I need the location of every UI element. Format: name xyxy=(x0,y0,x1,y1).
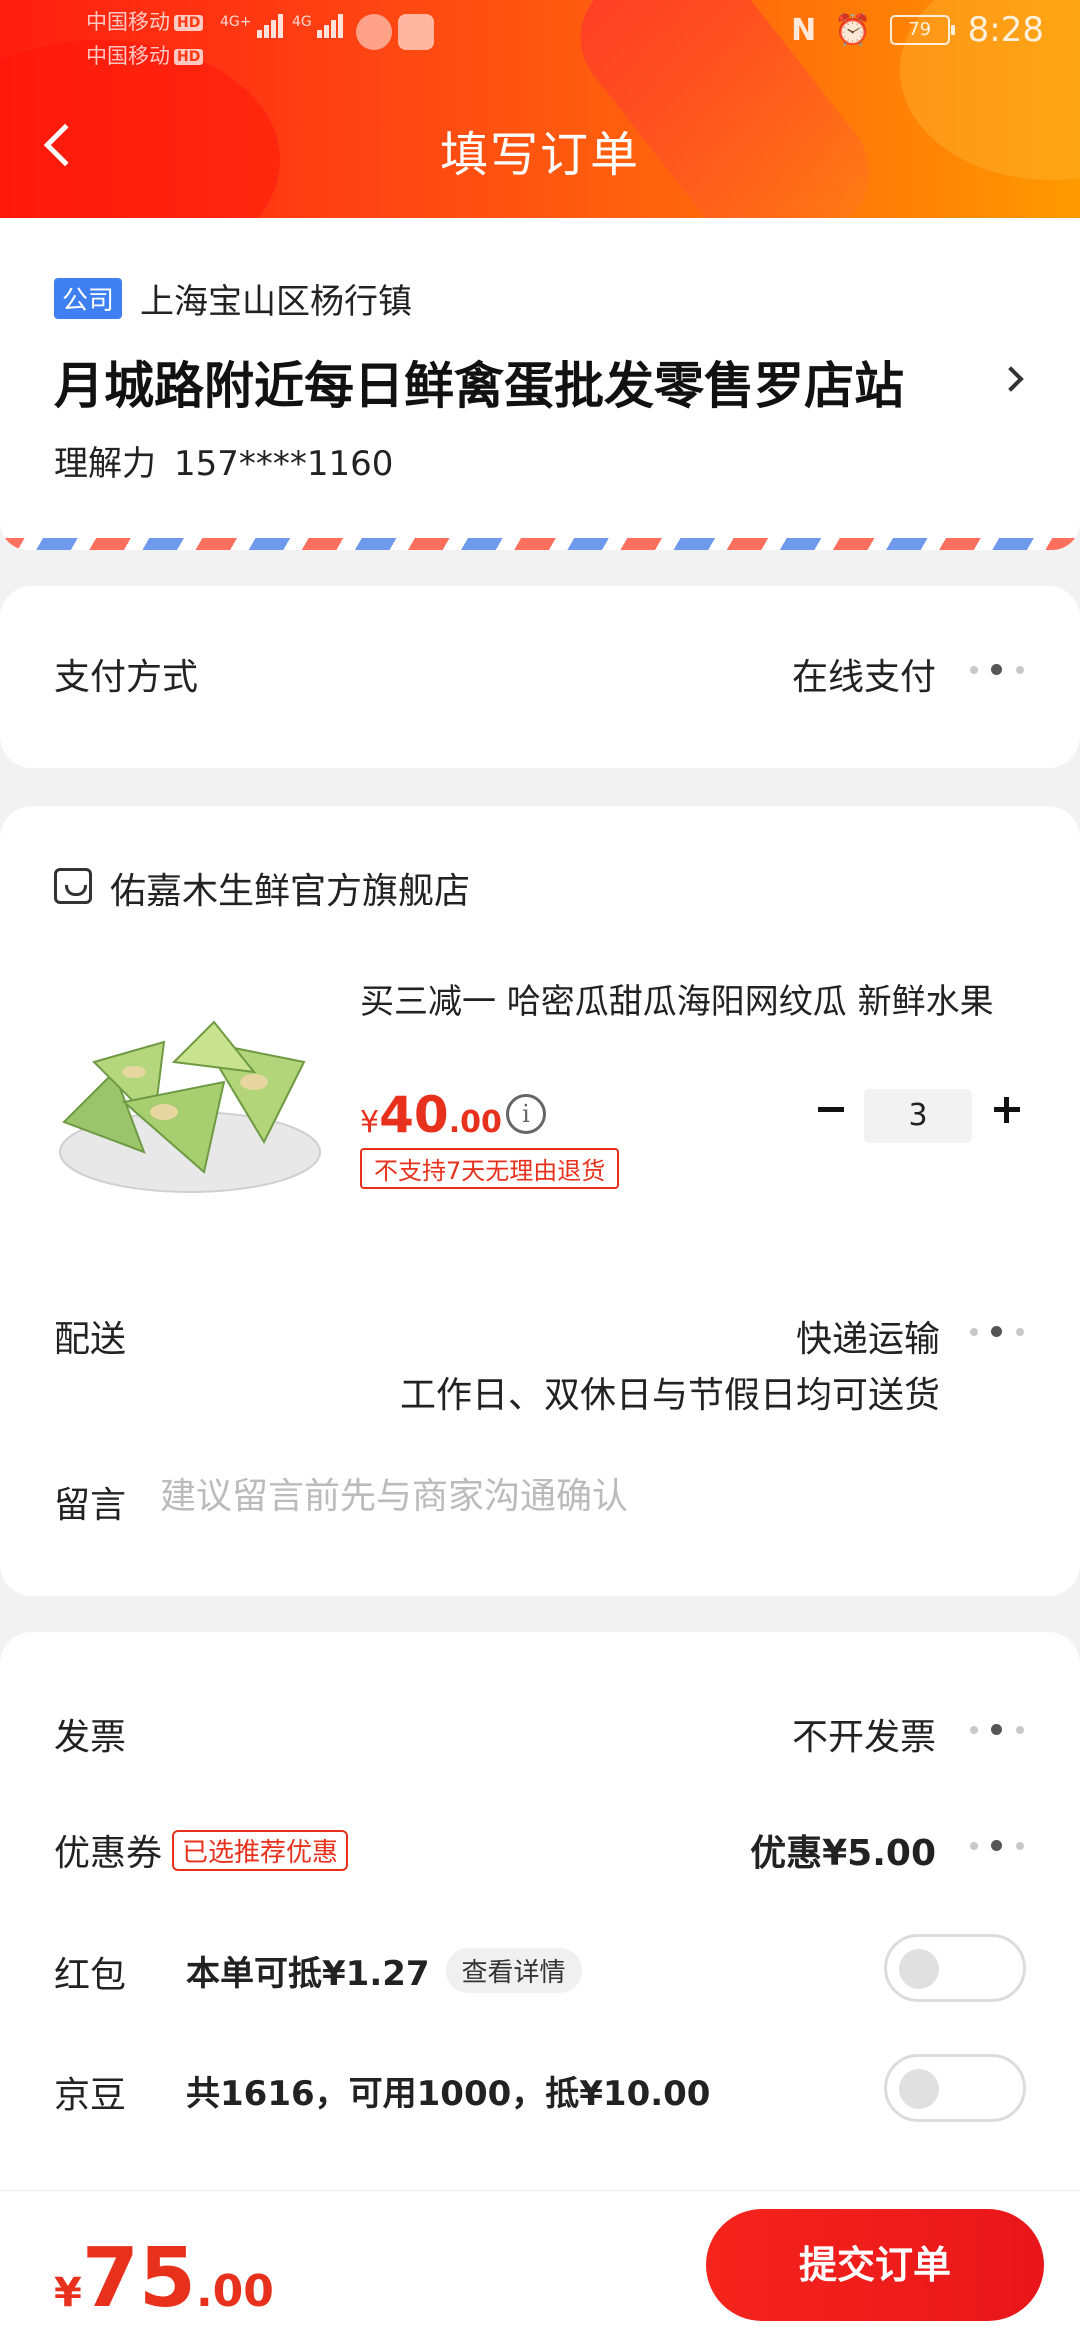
signal-icon: 4G+ xyxy=(220,14,285,38)
address-detail: 月城路附近每日鲜禽蛋批发零售罗店站 xyxy=(54,357,904,415)
jingdou-row: 京豆 共1616，可用1000，抵¥10.00 xyxy=(0,2054,1080,2134)
delivery-label: 配送 xyxy=(54,1319,127,1360)
more-dots-icon[interactable] xyxy=(970,1720,1026,1740)
info-icon[interactable]: i xyxy=(506,1094,546,1134)
shop-icon xyxy=(54,868,92,904)
hd-badge: HD xyxy=(174,15,204,31)
address-tag: 公司 xyxy=(54,278,123,319)
status-right: N ⏰ 79 8:28 xyxy=(791,10,1044,50)
carrier-name: 中国移动 xyxy=(86,10,170,34)
price-symbol: ¥ xyxy=(360,1105,380,1140)
signal-icon: 4G xyxy=(292,14,345,38)
jingdou-text: 共1616，可用1000，抵¥10.00 xyxy=(186,2074,711,2114)
app-notification-icon xyxy=(356,14,392,50)
message-input[interactable] xyxy=(160,1468,1020,1524)
order-total: ¥75.00 xyxy=(54,2231,274,2326)
redpacket-label: 红包 xyxy=(54,1955,127,1996)
status-bar: 中国移动 HD 中国移动 HD 4G+ 4G N ⏰ 79 8:28 xyxy=(0,0,1080,70)
envelope-border xyxy=(0,538,1080,550)
address-card[interactable]: 公司 上海宝山区杨行镇 月城路附近每日鲜禽蛋批发零售罗店站 理解力 157****… xyxy=(0,218,1080,550)
carrier-1: 中国移动 HD xyxy=(86,6,204,36)
carrier-name: 中国移动 xyxy=(86,44,170,68)
payment-card[interactable]: 支付方式 在线支付 xyxy=(0,586,1080,768)
carrier-2: 中国移动 HD xyxy=(86,40,204,70)
more-dots-icon[interactable] xyxy=(970,1836,1026,1856)
header: 中国移动 HD 中国移动 HD 4G+ 4G N ⏰ 79 8:28 填写订单 xyxy=(0,0,1080,220)
more-dots-icon[interactable] xyxy=(970,1322,1026,1342)
invoice-label: 发票 xyxy=(54,1717,127,1758)
product-price: ¥40.00 xyxy=(360,1086,502,1144)
jingdou-label: 京豆 xyxy=(54,2075,127,2116)
no-return-tag: 不支持7天无理由退货 xyxy=(360,1148,620,1189)
hd-badge: HD xyxy=(174,49,204,65)
more-dots-icon[interactable] xyxy=(970,660,1026,680)
order-page: 中国移动 HD 中国移动 HD 4G+ 4G N ⏰ 79 8:28 填写订单 … xyxy=(0,0,1080,2340)
message-label: 留言 xyxy=(54,1485,127,1526)
battery-icon: 79 xyxy=(889,15,955,45)
redpacket-amount: 本单可抵¥1.27 xyxy=(186,1954,430,1994)
toggle-knob xyxy=(899,1949,939,1989)
redpacket-detail-button[interactable]: 查看详情 xyxy=(445,1948,582,1993)
coupon-label-text: 优惠券 xyxy=(54,1833,163,1874)
network-type: 4G+ xyxy=(220,14,252,30)
payment-label: 支付方式 xyxy=(54,657,199,698)
delivery-row[interactable]: 配送 快递运输 工作日、双休日与节假日均可送货 xyxy=(0,1296,1080,1426)
quantity-decrease-button[interactable] xyxy=(810,1088,854,1132)
quantity-increase-button[interactable] xyxy=(986,1088,1030,1132)
submit-order-button[interactable]: 提交订单 xyxy=(706,2209,1044,2321)
product-title[interactable]: 买三减一 哈密瓜甜瓜海阳网纹瓜 新鲜水果 xyxy=(360,974,1010,1023)
invoice-value: 不开发票 xyxy=(791,1717,936,1758)
redpacket-text: 本单可抵¥1.27 查看详情 xyxy=(186,1946,582,1995)
price-decimal: .00 xyxy=(448,1105,502,1140)
contact-name: 理解力 xyxy=(54,444,156,484)
clock: 8:28 xyxy=(967,10,1044,50)
coupon-label: 优惠券 已选推荐优惠 xyxy=(54,1824,349,1876)
chevron-right-icon[interactable] xyxy=(996,358,1036,408)
message-row: 留言 xyxy=(0,1466,1080,1546)
shop-name[interactable]: 佑嘉木生鲜官方旗舰店 xyxy=(110,862,470,914)
page-title: 填写订单 xyxy=(439,127,640,183)
price-integer: 40 xyxy=(379,1086,449,1144)
delivery-value: 快递运输 xyxy=(795,1319,940,1360)
total-decimal: .00 xyxy=(195,2266,274,2317)
alarm-icon: ⏰ xyxy=(834,12,872,48)
network-type: 4G xyxy=(292,14,312,30)
jingdou-toggle[interactable] xyxy=(884,2054,1026,2122)
coupon-value: 优惠¥5.00 xyxy=(750,1833,936,1874)
bottom-bar: ¥75.00 提交订单 xyxy=(0,2190,1080,2340)
coupon-row[interactable]: 优惠券 已选推荐优惠 优惠¥5.00 xyxy=(0,1824,1080,1884)
invoice-row[interactable]: 发票 不开发票 xyxy=(0,1708,1080,1768)
payment-value: 在线支付 xyxy=(791,657,936,698)
toggle-knob xyxy=(899,2069,939,2109)
total-integer: 75 xyxy=(81,2231,196,2326)
delivery-note: 工作日、双休日与节假日均可送货 xyxy=(399,1375,940,1416)
app-notification-icon xyxy=(398,14,434,50)
contact-phone: 157****1160 xyxy=(174,444,394,484)
redpacket-row: 红包 本单可抵¥1.27 查看详情 xyxy=(0,1934,1080,2014)
product-image[interactable] xyxy=(54,1002,326,1202)
coupon-tag: 已选推荐优惠 xyxy=(172,1830,349,1871)
quantity-input[interactable]: 3 xyxy=(864,1089,972,1143)
total-symbol: ¥ xyxy=(54,2270,82,2316)
redpacket-toggle[interactable] xyxy=(884,1934,1026,2002)
address-contact: 理解力 157****1160 xyxy=(54,436,393,485)
address-region: 上海宝山区杨行镇 xyxy=(140,282,412,322)
nfc-icon: N xyxy=(791,12,817,48)
